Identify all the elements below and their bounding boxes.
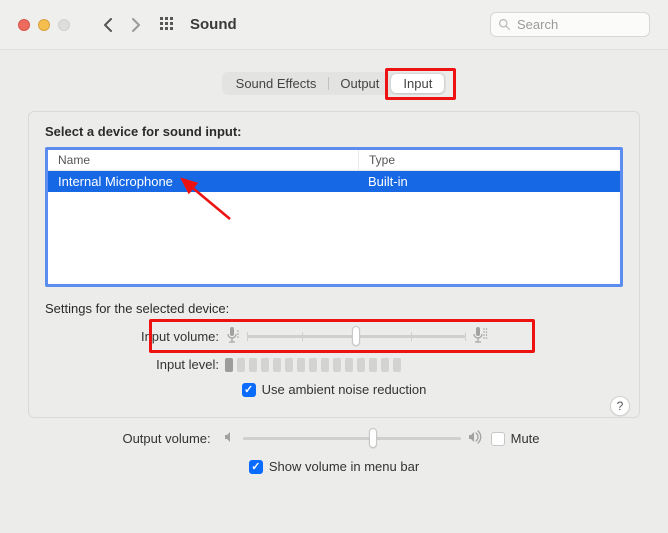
tab-label: Sound Effects bbox=[236, 76, 317, 91]
level-segment bbox=[369, 358, 377, 372]
level-segment bbox=[357, 358, 365, 372]
tab-sound-effects[interactable]: Sound Effects bbox=[224, 74, 329, 93]
speaker-high-icon bbox=[467, 430, 485, 447]
forward-button[interactable] bbox=[122, 12, 148, 38]
tab-output[interactable]: Output bbox=[328, 74, 391, 93]
level-segment bbox=[261, 358, 269, 372]
chevron-left-icon bbox=[103, 18, 115, 32]
search-field-wrap bbox=[490, 12, 650, 37]
level-segment bbox=[285, 358, 293, 372]
device-type-cell: Built-in bbox=[358, 171, 620, 192]
microphone-low-icon bbox=[225, 326, 241, 347]
table-header: Name Type bbox=[48, 150, 620, 171]
output-slider-track[interactable] bbox=[243, 437, 461, 440]
input-level-label: Input level: bbox=[45, 357, 225, 372]
output-volume-label: Output volume: bbox=[122, 431, 216, 446]
ambient-noise-row: ✓ Use ambient noise reduction bbox=[45, 382, 623, 397]
device-table[interactable]: Name Type Internal Microphone Built-in bbox=[45, 147, 623, 287]
tab-row: Sound Effects Output Input bbox=[0, 72, 668, 95]
search-input[interactable] bbox=[490, 12, 650, 37]
level-segment bbox=[237, 358, 245, 372]
level-segment bbox=[273, 358, 281, 372]
window-controls bbox=[18, 19, 70, 31]
sound-tabs: Sound Effects Output Input bbox=[222, 72, 447, 95]
input-volume-slider[interactable] bbox=[225, 326, 489, 347]
ambient-noise-checkbox[interactable]: ✓ bbox=[242, 383, 256, 397]
input-volume-row: Input volume: bbox=[45, 326, 623, 347]
level-segment bbox=[321, 358, 329, 372]
zoom-window-button[interactable] bbox=[58, 19, 70, 31]
microphone-high-icon bbox=[471, 326, 489, 347]
level-segment bbox=[225, 358, 233, 372]
grid-icon bbox=[160, 17, 176, 33]
table-row[interactable]: Internal Microphone Built-in bbox=[48, 171, 620, 192]
show-menubar-checkbox[interactable]: ✓ bbox=[249, 460, 263, 474]
level-segment bbox=[345, 358, 353, 372]
mute-label: Mute bbox=[511, 431, 546, 446]
level-segment bbox=[249, 358, 257, 372]
input-volume-label: Input volume: bbox=[45, 329, 225, 344]
level-segment bbox=[393, 358, 401, 372]
input-level-meter bbox=[225, 358, 401, 372]
level-segment bbox=[381, 358, 389, 372]
show-menubar-row: ✓ Show volume in menu bar bbox=[44, 459, 624, 474]
input-pane: Select a device for sound input: Name Ty… bbox=[28, 111, 640, 418]
output-volume-row: Output volume: Mute bbox=[44, 430, 624, 447]
device-name-cell: Internal Microphone bbox=[48, 171, 358, 192]
help-button[interactable]: ? bbox=[610, 396, 630, 416]
bottom-section: Output volume: Mute ✓ Show volume in men… bbox=[28, 430, 640, 474]
chevron-right-icon bbox=[129, 18, 141, 32]
window-title: Sound bbox=[190, 16, 237, 33]
level-segment bbox=[297, 358, 305, 372]
level-segment bbox=[309, 358, 317, 372]
slider-thumb[interactable] bbox=[369, 428, 377, 448]
back-button[interactable] bbox=[96, 12, 122, 38]
ambient-noise-label: Use ambient noise reduction bbox=[262, 382, 427, 397]
show-menubar-label: Show volume in menu bar bbox=[269, 459, 419, 474]
show-all-button[interactable] bbox=[160, 17, 176, 33]
device-select-prompt: Select a device for sound input: bbox=[45, 124, 623, 139]
mute-checkbox[interactable] bbox=[491, 432, 505, 446]
column-header-name[interactable]: Name bbox=[48, 150, 358, 170]
settings-label: Settings for the selected device: bbox=[45, 301, 623, 316]
close-window-button[interactable] bbox=[18, 19, 30, 31]
input-level-row: Input level: bbox=[45, 357, 623, 372]
level-segment bbox=[333, 358, 341, 372]
speaker-low-icon bbox=[223, 430, 237, 447]
column-header-type[interactable]: Type bbox=[358, 150, 620, 170]
tab-label: Input bbox=[403, 76, 432, 91]
tab-label: Output bbox=[340, 76, 379, 91]
tab-input[interactable]: Input bbox=[391, 74, 444, 93]
slider-track[interactable] bbox=[247, 335, 465, 338]
minimize-window-button[interactable] bbox=[38, 19, 50, 31]
slider-thumb[interactable] bbox=[352, 326, 360, 346]
search-icon bbox=[498, 18, 511, 31]
window-toolbar: Sound bbox=[0, 0, 668, 50]
